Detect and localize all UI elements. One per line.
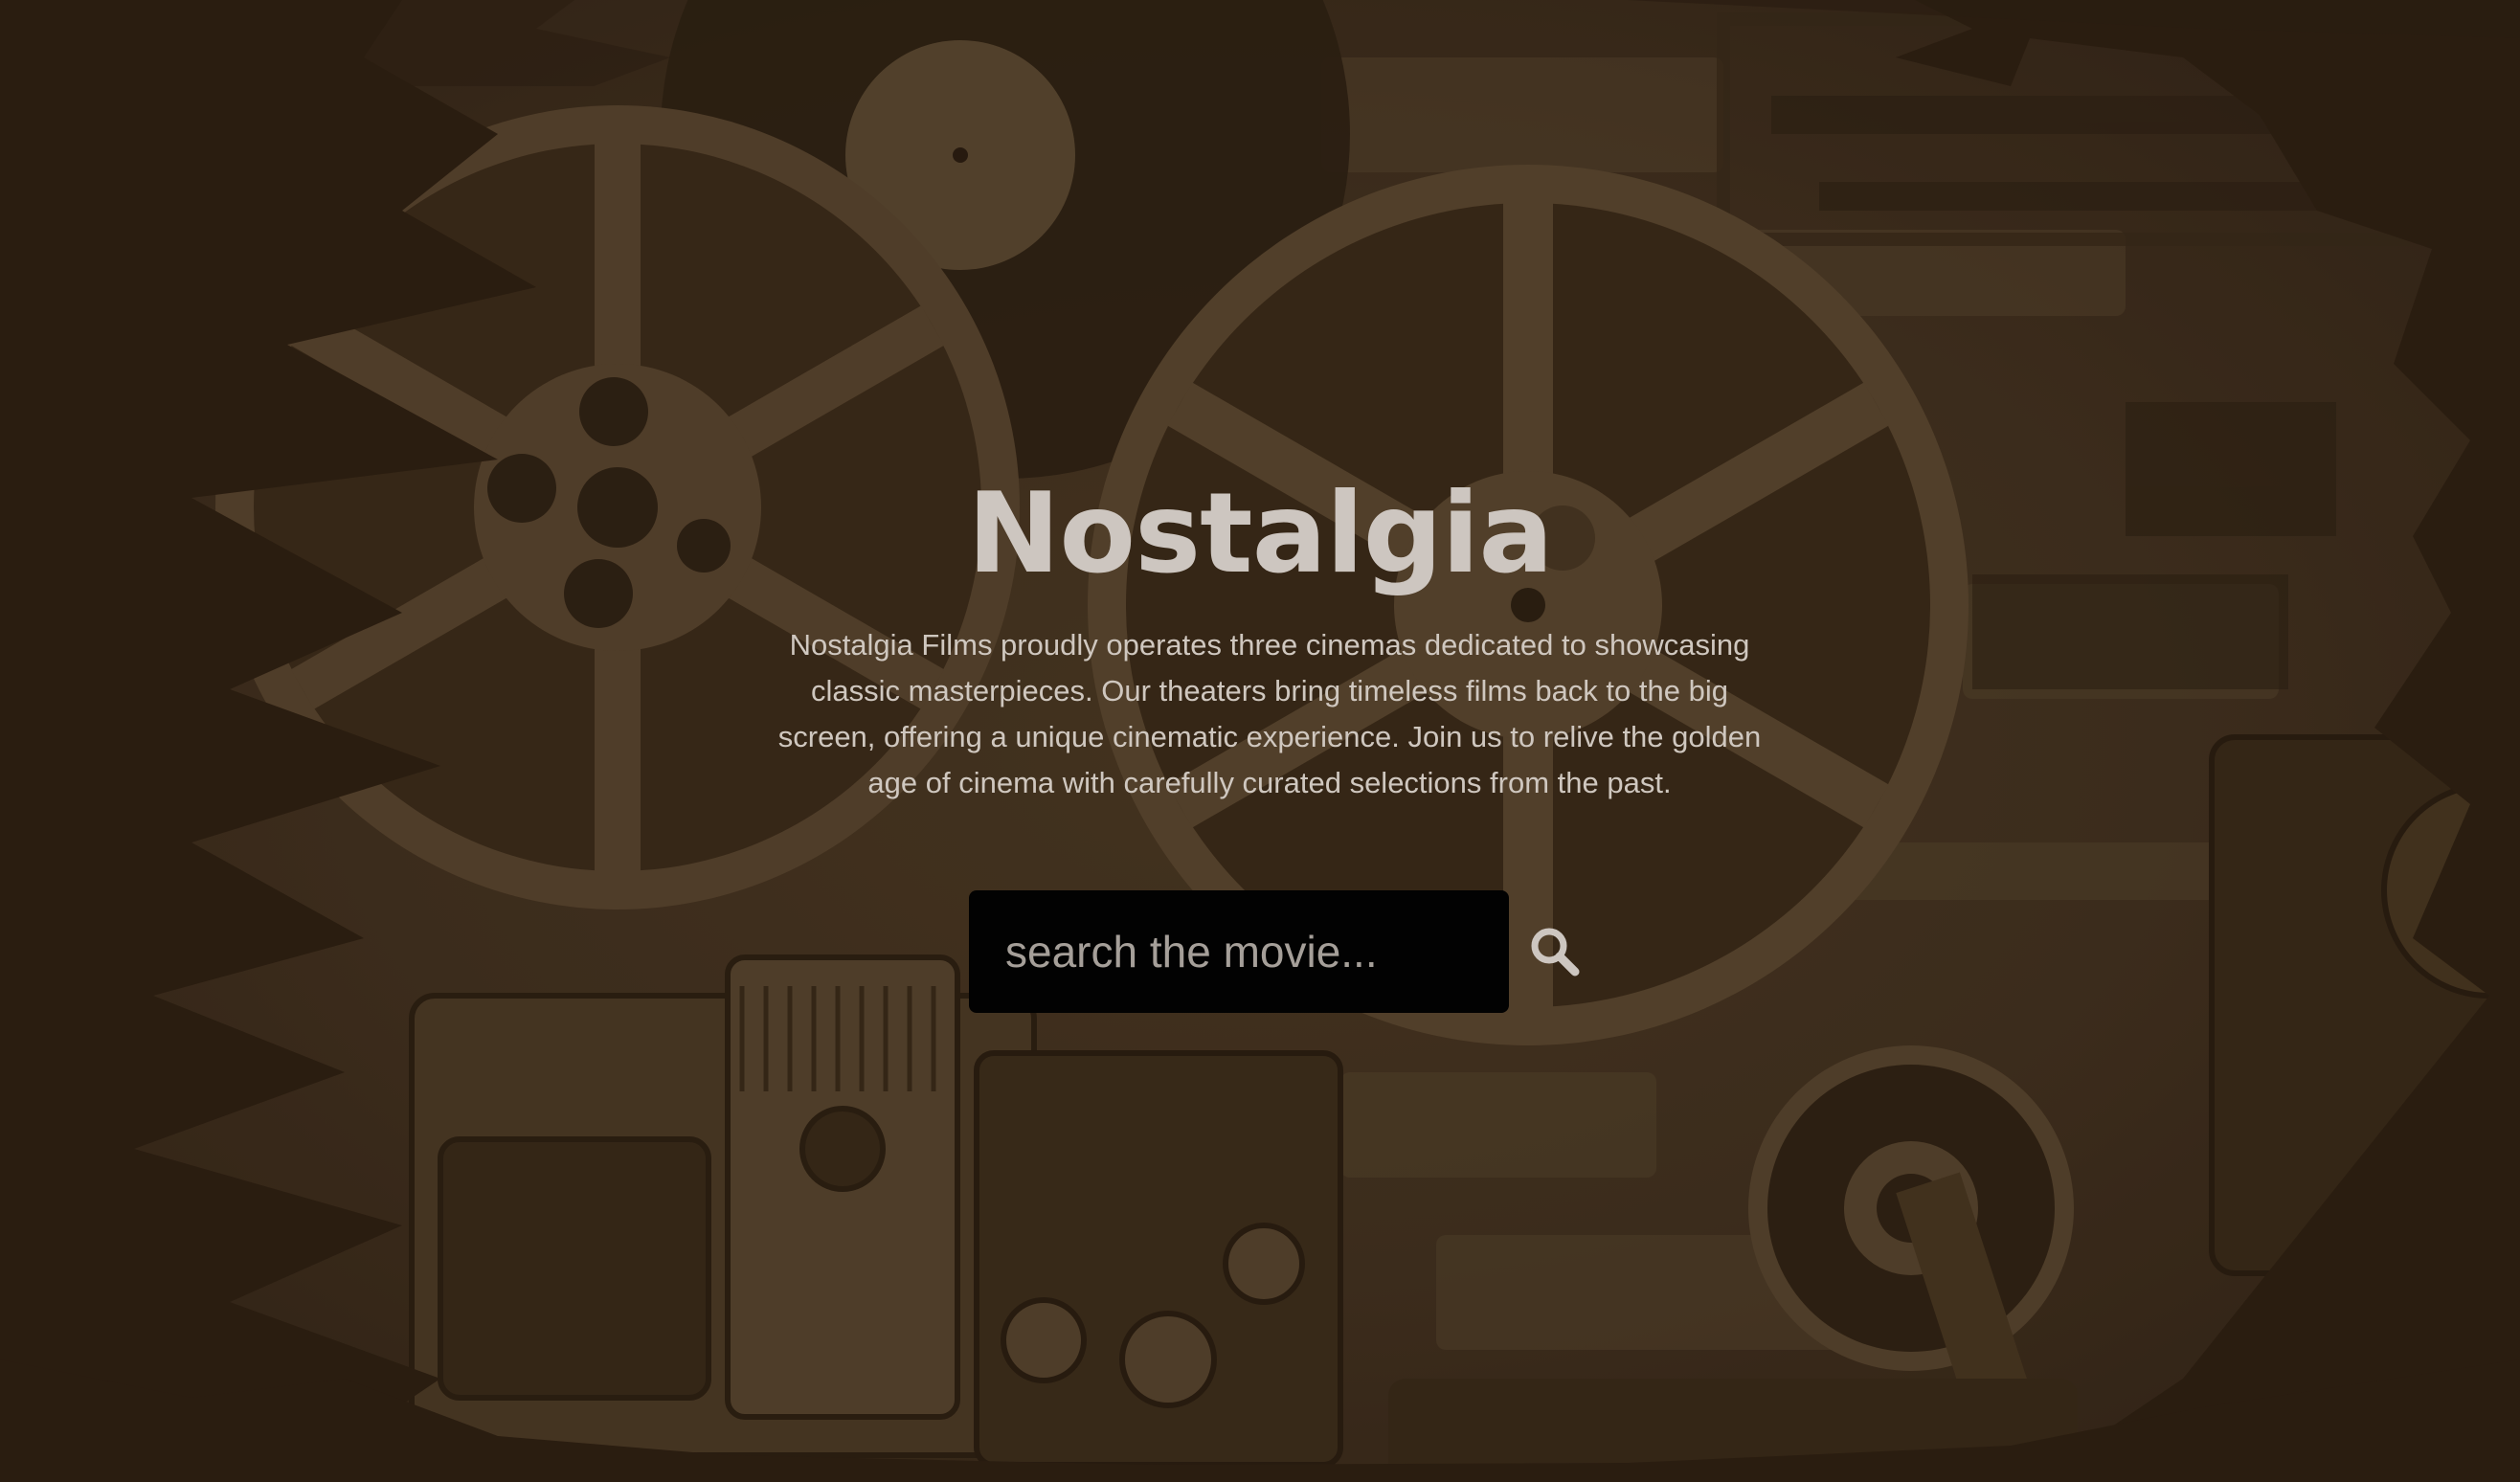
search-icon bbox=[1531, 928, 1580, 977]
search-button[interactable] bbox=[1520, 917, 1589, 986]
site-title: Nostalgia bbox=[967, 469, 1553, 598]
site-description: Nostalgia Films proudly operates three c… bbox=[777, 628, 1762, 799]
hero-content: Nostalgia Nostalgia Films proudly operat… bbox=[0, 0, 2520, 1482]
hero-section: Nostalgia Nostalgia Films proudly operat… bbox=[0, 0, 2520, 1482]
search-form bbox=[969, 890, 1589, 1013]
search-input[interactable] bbox=[969, 890, 1509, 1013]
